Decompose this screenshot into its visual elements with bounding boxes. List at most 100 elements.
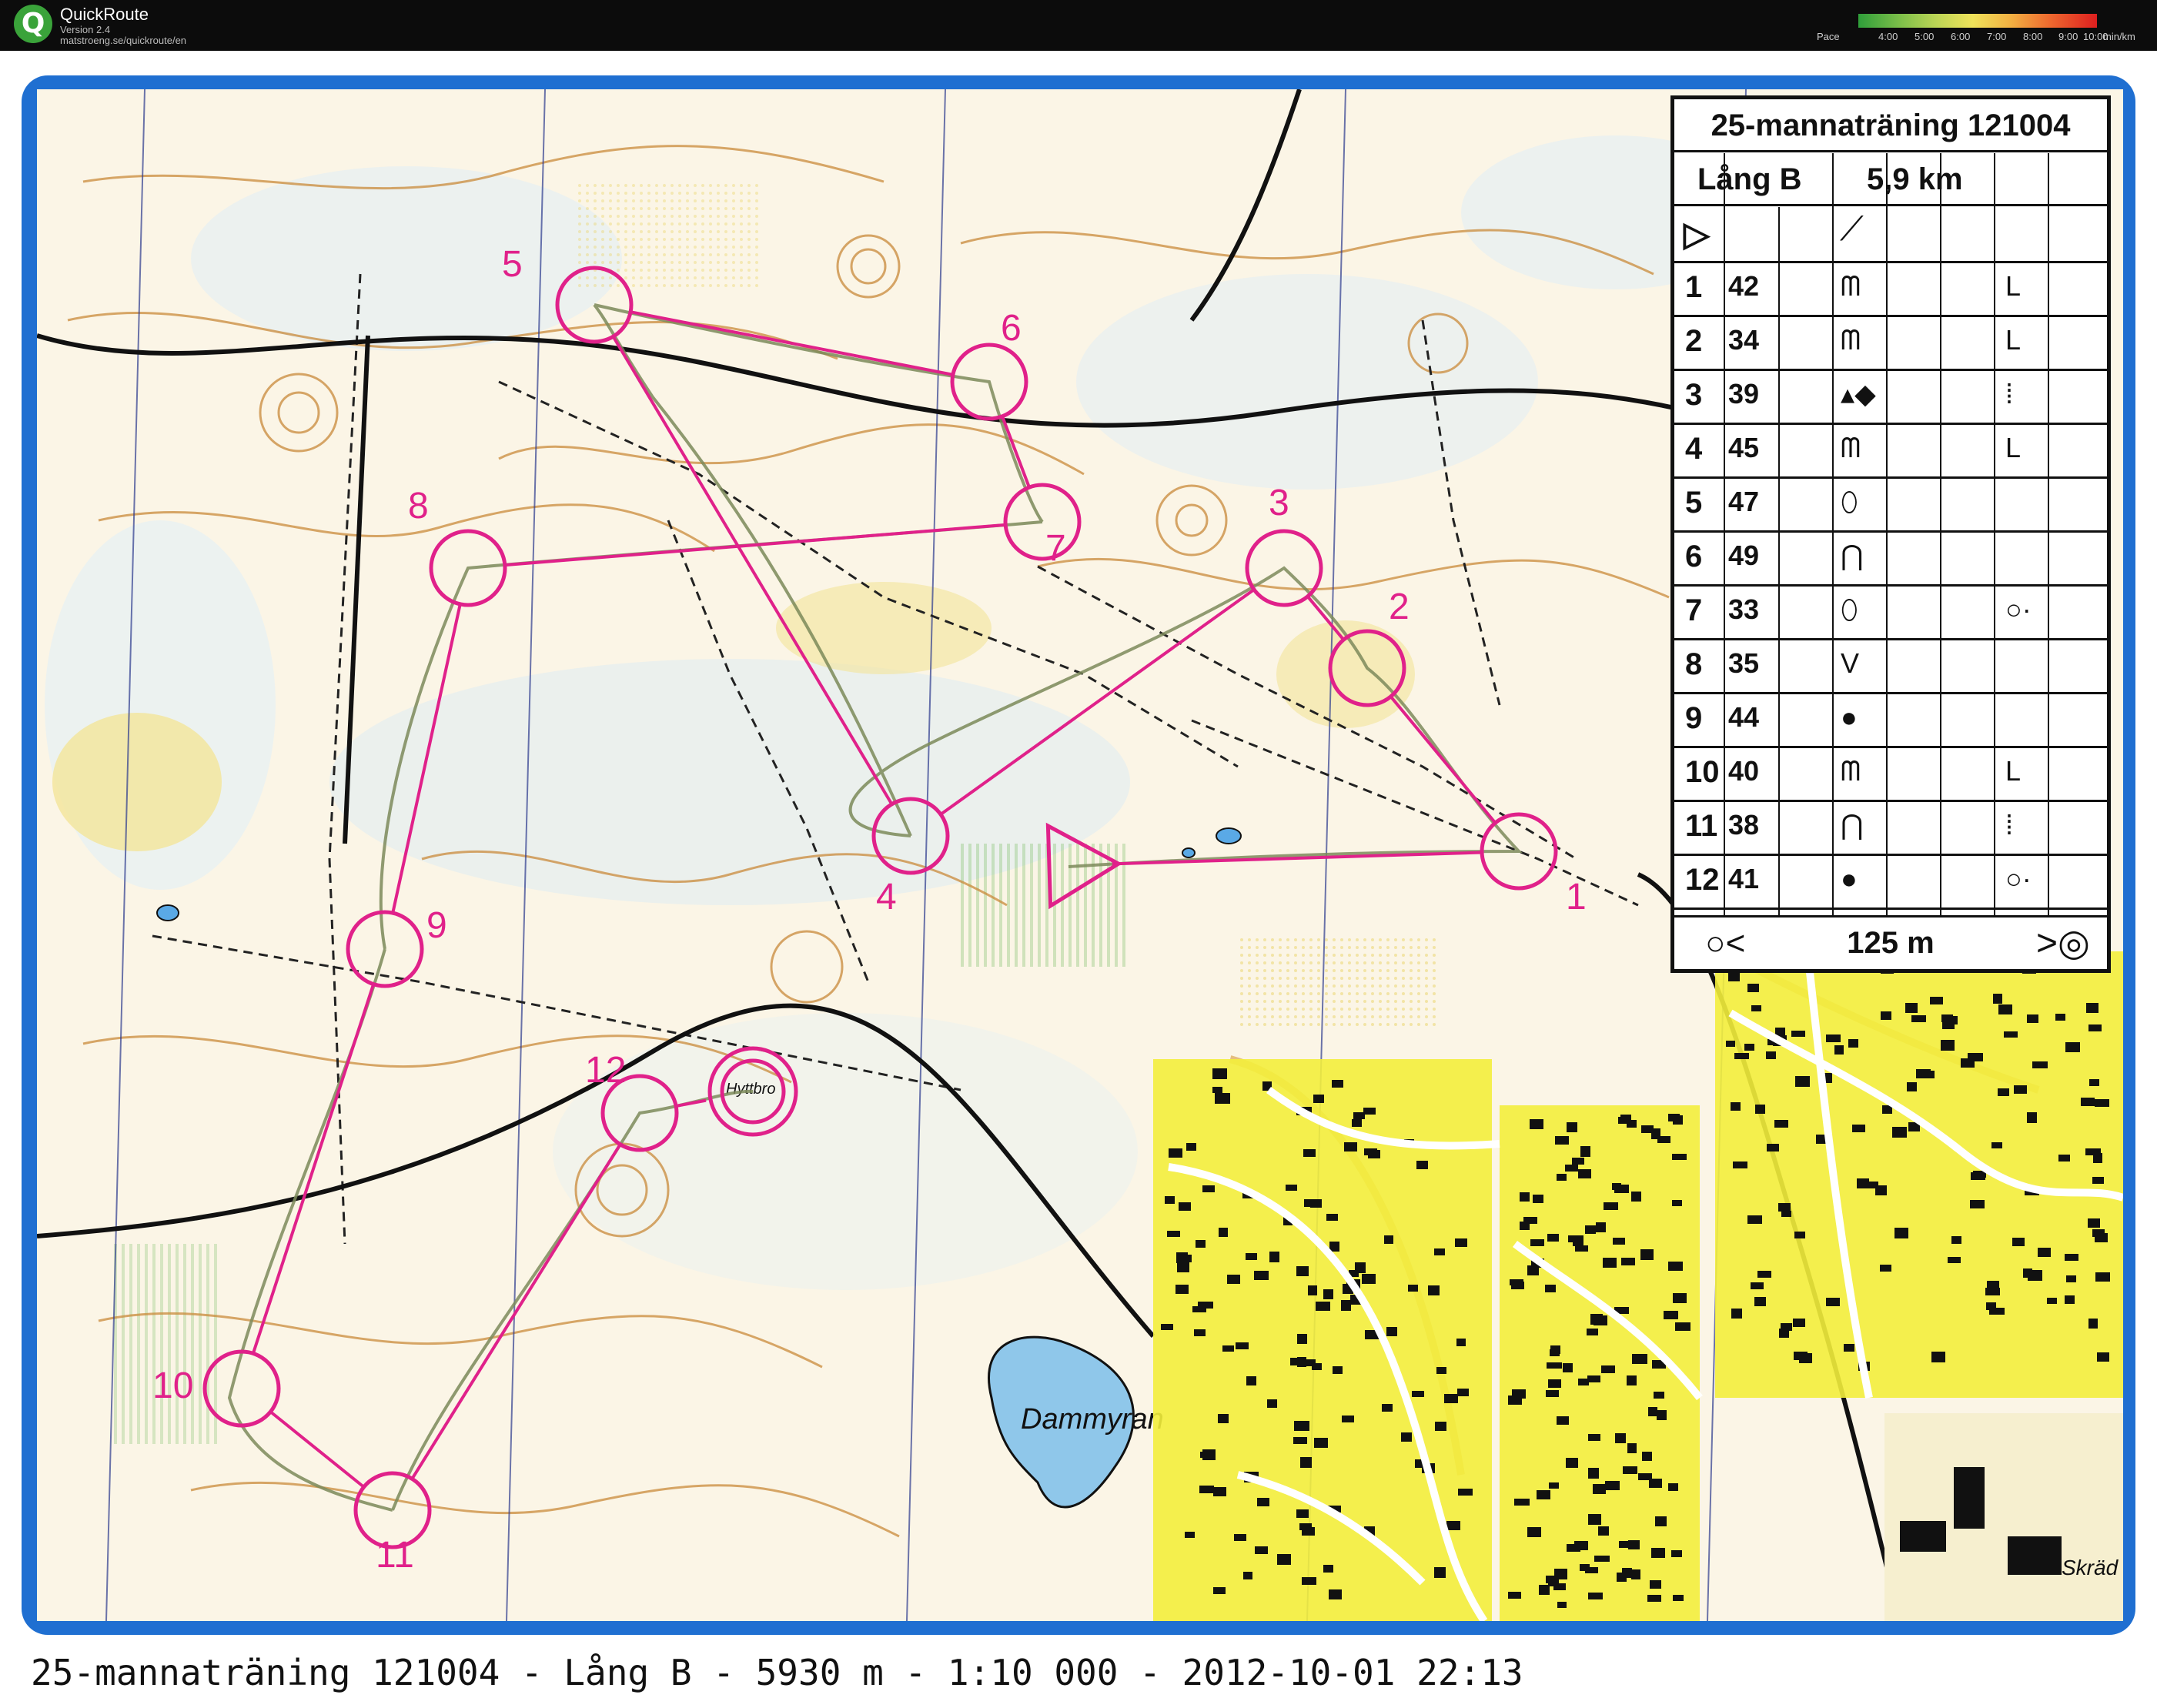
course-leg: [504, 523, 1006, 567]
control-sequence-number: 11: [1685, 809, 1718, 843]
pace-tick: 7:00: [1987, 31, 2007, 42]
start-path-symbol-icon: ⟋: [1840, 210, 1864, 248]
corner-symbol-icon: L: [2005, 270, 2022, 302]
finish-icon: >◎: [2036, 923, 2090, 964]
course-leg: [1306, 595, 1345, 641]
sheet-divider: [1674, 530, 2107, 533]
control-code: 40: [1728, 755, 1760, 787]
control-sequence-number: 1: [1685, 270, 1703, 304]
stone-wall-symbol-icon: ᗰ: [1841, 324, 1861, 356]
control-number: 11: [376, 1535, 414, 1576]
control-code: 45: [1728, 432, 1760, 463]
spur-symbol-icon: ⋂: [1841, 540, 1864, 571]
control-code: 47: [1728, 486, 1760, 517]
boulder-symbol-icon: ●: [1841, 701, 1858, 733]
control-number: 8: [408, 486, 429, 526]
sheet-divider: [1674, 423, 2107, 425]
sheet-column-divider: [2048, 153, 2049, 915]
control-sequence-number: 12: [1685, 863, 1720, 897]
sheet-divider: [1674, 854, 2107, 856]
control-numbers: 123456789101112: [152, 244, 1587, 1576]
sheet-divider: [1674, 638, 2107, 640]
app-version: Version 2.4: [60, 24, 111, 35]
knoll-symbol-icon: ⬯: [1841, 593, 1858, 625]
pace-unit: min/km: [2103, 31, 2135, 42]
app-url[interactable]: matstroeng.se/quickroute/en: [60, 35, 186, 46]
course-length: 5,9 km: [1867, 162, 1963, 196]
east-side-symbol-icon: ○·: [2005, 593, 2032, 625]
control-sequence-number: 4: [1685, 432, 1703, 466]
course-leg: [410, 1143, 622, 1480]
control-sequence-number: 7: [1685, 593, 1703, 627]
control-circle[interactable]: [871, 797, 950, 875]
sheet-column-divider: [1724, 153, 1725, 915]
sheet-divider: [1674, 915, 2107, 918]
control-circle[interactable]: [202, 1349, 281, 1428]
course-leg: [675, 1098, 707, 1108]
pace-tick: 9:00: [2058, 31, 2078, 42]
control-code: 39: [1728, 378, 1760, 409]
map-caption: 25-mannaträning 121004 - Lång B - 5930 m…: [31, 1652, 1523, 1693]
boulders-symbol-icon: ▴◆: [1841, 378, 1876, 409]
control-number: 12: [585, 1050, 626, 1091]
start-triangle-icon: [1045, 822, 1122, 910]
sheet-divider: [1674, 800, 2107, 802]
control-description-sheet: 25-mannaträning 121004 Lång B 5,9 km ▷ ⟋ 1…: [1670, 95, 2111, 973]
course-leg: [251, 984, 376, 1354]
stone-wall-symbol-icon: ᗰ: [1841, 755, 1861, 787]
sheet-column-divider: [1886, 153, 1888, 915]
control-circle[interactable]: [950, 343, 1028, 421]
control-circle[interactable]: [346, 910, 424, 988]
course-leg: [939, 588, 1256, 816]
control-sequence-number: 9: [1685, 701, 1703, 735]
control-code: 38: [1728, 809, 1760, 841]
control-circle[interactable]: [555, 266, 634, 344]
between-symbol-icon: ⁞: [2005, 809, 2014, 841]
course-leg: [1112, 851, 1483, 866]
control-code: 44: [1728, 701, 1760, 733]
control-circle[interactable]: [1480, 812, 1558, 891]
course-name: Lång B: [1697, 162, 1802, 196]
quickroute-logo-icon: Q: [14, 5, 52, 43]
pace-color-scale: [1858, 14, 2097, 28]
sheet-divider: [1674, 150, 2107, 152]
boulder-symbol-icon: ●: [1841, 863, 1858, 894]
course-leg: [630, 310, 954, 376]
control-number: 4: [876, 877, 897, 918]
control-number: 9: [426, 905, 447, 946]
control-circle[interactable]: [429, 529, 507, 607]
control-code: 33: [1728, 593, 1760, 625]
control-sequence-number: 2: [1685, 324, 1703, 358]
sheet-divider: [1674, 907, 2107, 910]
control-number: 10: [152, 1365, 193, 1406]
between-symbol-icon: ⁞: [2005, 378, 2014, 409]
finish-circle-icon: [720, 1058, 786, 1125]
control-circle[interactable]: [1328, 629, 1406, 707]
control-number: 5: [502, 244, 523, 285]
corner-symbol-icon: L: [2005, 324, 2022, 356]
pace-tick: 6:00: [1951, 31, 1971, 42]
sheet-divider: [1674, 476, 2107, 479]
control-sequence-number: 5: [1685, 486, 1703, 520]
spur-symbol-icon: ⋂: [1841, 809, 1864, 841]
sheet-column-divider: [1832, 153, 1834, 915]
knoll-symbol-icon: ⬯: [1841, 486, 1858, 517]
sheet-column-divider: [1778, 207, 1780, 915]
control-number: 2: [1389, 587, 1410, 627]
pace-tick: 8:00: [2023, 31, 2043, 42]
sheet-divider: [1674, 746, 2107, 748]
control-sequence-number: 6: [1685, 540, 1703, 573]
sheet-column-divider: [1940, 153, 1941, 915]
start-symbol-icon: ▷: [1684, 216, 1710, 253]
control-sequence-number: 8: [1685, 647, 1703, 681]
sheet-divider: [1674, 204, 2107, 206]
sheet-divider: [1674, 584, 2107, 587]
pace-tick: 4:00: [1878, 31, 1898, 42]
sheet-divider: [1674, 315, 2107, 317]
control-circle[interactable]: [1245, 529, 1323, 607]
control-code: 35: [1728, 647, 1760, 679]
sheet-title: 25-mannaträning 121004: [1711, 109, 2071, 142]
control-circle[interactable]: [1003, 483, 1082, 561]
app-name: QuickRoute: [60, 5, 149, 24]
control-sequence-number: 3: [1685, 378, 1703, 412]
